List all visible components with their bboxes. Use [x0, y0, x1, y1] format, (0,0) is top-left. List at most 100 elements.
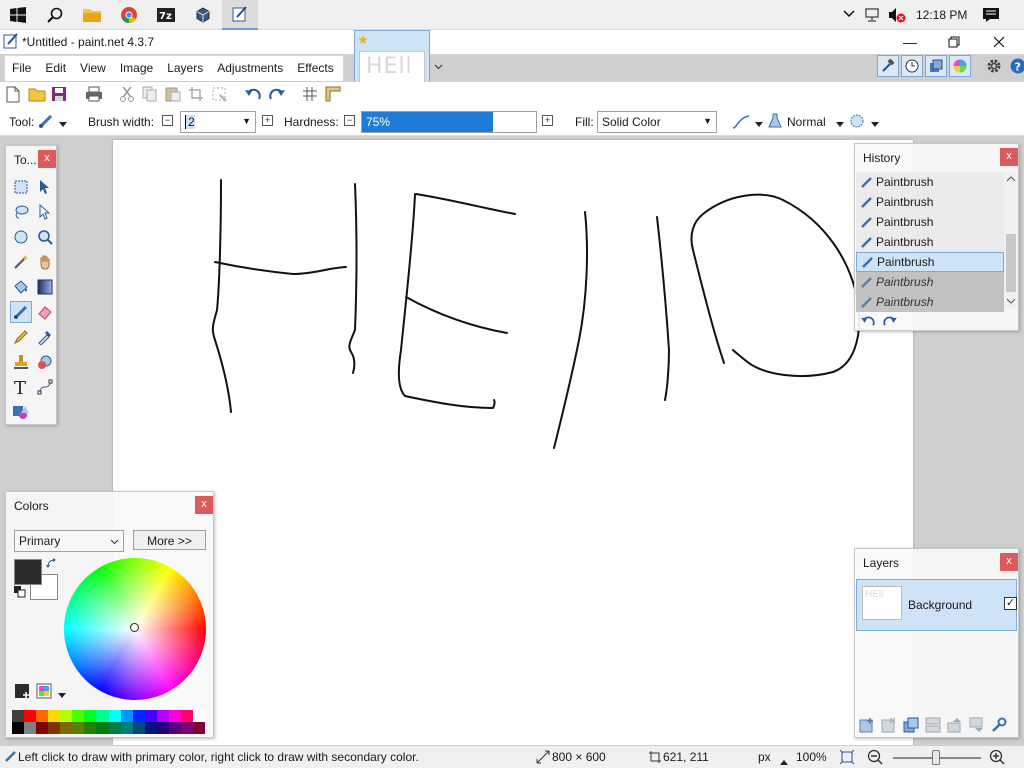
units-chevron-icon[interactable]: [780, 755, 788, 768]
paintbrush-tool[interactable]: [10, 301, 32, 323]
ruler-icon[interactable]: [325, 86, 341, 105]
chevron-down-icon[interactable]: [434, 62, 443, 73]
copy-icon[interactable]: [142, 86, 158, 105]
network-icon[interactable]: [864, 7, 882, 26]
palette-swatch[interactable]: [84, 722, 97, 734]
eraser-tool[interactable]: [34, 301, 56, 323]
taskbar-clock[interactable]: 12:18 PM: [916, 8, 967, 22]
grid-icon[interactable]: [302, 86, 318, 105]
move-layer-down-icon[interactable]: [969, 717, 985, 733]
text-tool[interactable]: T: [10, 376, 32, 398]
zoom-level[interactable]: 100%: [796, 750, 827, 764]
palette-swatch[interactable]: [72, 710, 85, 722]
delete-layer-icon[interactable]: [881, 717, 897, 733]
menu-layers[interactable]: Layers: [160, 56, 210, 81]
crop-icon[interactable]: [188, 86, 204, 105]
blend-mode-chevron-icon[interactable]: [836, 117, 844, 131]
palette-swatch[interactable]: [180, 722, 193, 734]
history-window-toggle[interactable]: [901, 55, 923, 77]
deselect-icon[interactable]: [211, 86, 227, 105]
menu-image[interactable]: Image: [113, 56, 160, 81]
fill-dropdown[interactable]: Solid Color ▼: [597, 111, 717, 133]
paint-bucket-tool[interactable]: [10, 276, 32, 298]
history-panel-close-button[interactable]: x: [1000, 148, 1018, 166]
palette-swatch[interactable]: [72, 722, 85, 734]
menu-view[interactable]: View: [73, 56, 113, 81]
palette-menu-icon[interactable]: [36, 683, 52, 702]
history-item-undone[interactable]: Paintbrush: [856, 272, 1004, 292]
antialiasing-chevron-icon[interactable]: [755, 117, 763, 131]
palette-swatch[interactable]: [36, 710, 49, 722]
palette-swatch[interactable]: [108, 710, 121, 722]
paste-icon[interactable]: [165, 86, 181, 105]
open-folder-icon[interactable]: [28, 86, 46, 105]
chrome-button[interactable]: [111, 0, 147, 30]
paintnet-taskbar-button[interactable]: [222, 0, 258, 30]
hardness-increase-button[interactable]: +: [542, 115, 553, 126]
line-curve-tool[interactable]: [34, 376, 56, 398]
selection-mode-icon[interactable]: [849, 113, 865, 132]
history-item[interactable]: Paintbrush: [856, 232, 1004, 252]
menu-effects[interactable]: Effects: [290, 56, 340, 81]
save-icon[interactable]: [51, 86, 67, 105]
history-item[interactable]: Paintbrush: [856, 192, 1004, 212]
history-item[interactable]: Paintbrush: [856, 172, 1004, 192]
palette-swatch[interactable]: [168, 710, 181, 722]
selection-mode-chevron-icon[interactable]: [871, 117, 879, 131]
menu-edit[interactable]: Edit: [38, 56, 73, 81]
start-button[interactable]: [0, 0, 36, 30]
merge-layer-icon[interactable]: [925, 717, 941, 733]
pan-tool[interactable]: [34, 251, 56, 273]
hardness-slider[interactable]: 75%: [361, 111, 537, 133]
more-colors-button[interactable]: More >>: [133, 530, 206, 550]
volume-muted-icon[interactable]: [887, 7, 907, 26]
colors-window-toggle[interactable]: [949, 55, 971, 77]
move-layer-up-icon[interactable]: [947, 717, 963, 733]
palette-swatch[interactable]: [24, 722, 37, 734]
zoom-in-icon[interactable]: [989, 749, 1005, 768]
palette-swatch[interactable]: [144, 710, 157, 722]
shapes-tool[interactable]: [10, 401, 32, 423]
pencil-tool[interactable]: [10, 326, 32, 348]
minimize-button[interactable]: —: [896, 32, 924, 52]
color-mode-dropdown[interactable]: Primary: [14, 530, 124, 552]
palette-menu-chevron-icon[interactable]: [58, 688, 66, 702]
new-file-icon[interactable]: [5, 86, 21, 106]
print-icon[interactable]: [85, 86, 103, 105]
cut-icon[interactable]: [119, 86, 135, 105]
palette-swatch[interactable]: [48, 710, 61, 722]
zoom-tool[interactable]: [34, 226, 56, 248]
palette-swatch[interactable]: [60, 710, 73, 722]
zoom-slider-thumb[interactable]: [932, 750, 940, 765]
search-button[interactable]: [37, 0, 73, 30]
add-layer-icon[interactable]: [859, 717, 875, 733]
palette-swatch[interactable]: [24, 710, 37, 722]
tool-picker[interactable]: [38, 113, 54, 132]
palette-swatch[interactable]: [48, 722, 61, 734]
blend-mode-value[interactable]: Normal: [787, 115, 826, 129]
primary-color-swatch[interactable]: [14, 559, 42, 585]
history-item[interactable]: Paintbrush: [856, 212, 1004, 232]
antialiasing-toggle[interactable]: [732, 114, 750, 133]
zoom-to-window-icon[interactable]: [839, 749, 855, 768]
palette-swatch[interactable]: [192, 722, 205, 734]
lasso-select-tool[interactable]: [10, 201, 32, 223]
recolor-tool[interactable]: [34, 351, 56, 373]
layer-row-background[interactable]: HEll Background ✓: [856, 579, 1017, 631]
reset-colors-icon[interactable]: [14, 586, 26, 601]
chevron-up-icon[interactable]: [843, 8, 855, 22]
magic-wand-tool[interactable]: [10, 251, 32, 273]
colors-panel-close-button[interactable]: x: [195, 496, 213, 514]
close-button[interactable]: [985, 32, 1013, 52]
move-selected-tool[interactable]: [34, 176, 56, 198]
history-undo-icon[interactable]: [860, 315, 876, 330]
brush-width-increase-button[interactable]: +: [262, 115, 273, 126]
history-item-selected[interactable]: Paintbrush: [856, 252, 1004, 272]
palette-swatch[interactable]: [36, 722, 49, 734]
layers-panel-close-button[interactable]: x: [1000, 553, 1018, 571]
palette-swatch[interactable]: [120, 722, 133, 734]
help-button[interactable]: ?: [1007, 55, 1024, 77]
palette-swatch[interactable]: [84, 710, 97, 722]
restore-button[interactable]: [940, 32, 968, 52]
virtualbox-button[interactable]: [185, 0, 221, 30]
